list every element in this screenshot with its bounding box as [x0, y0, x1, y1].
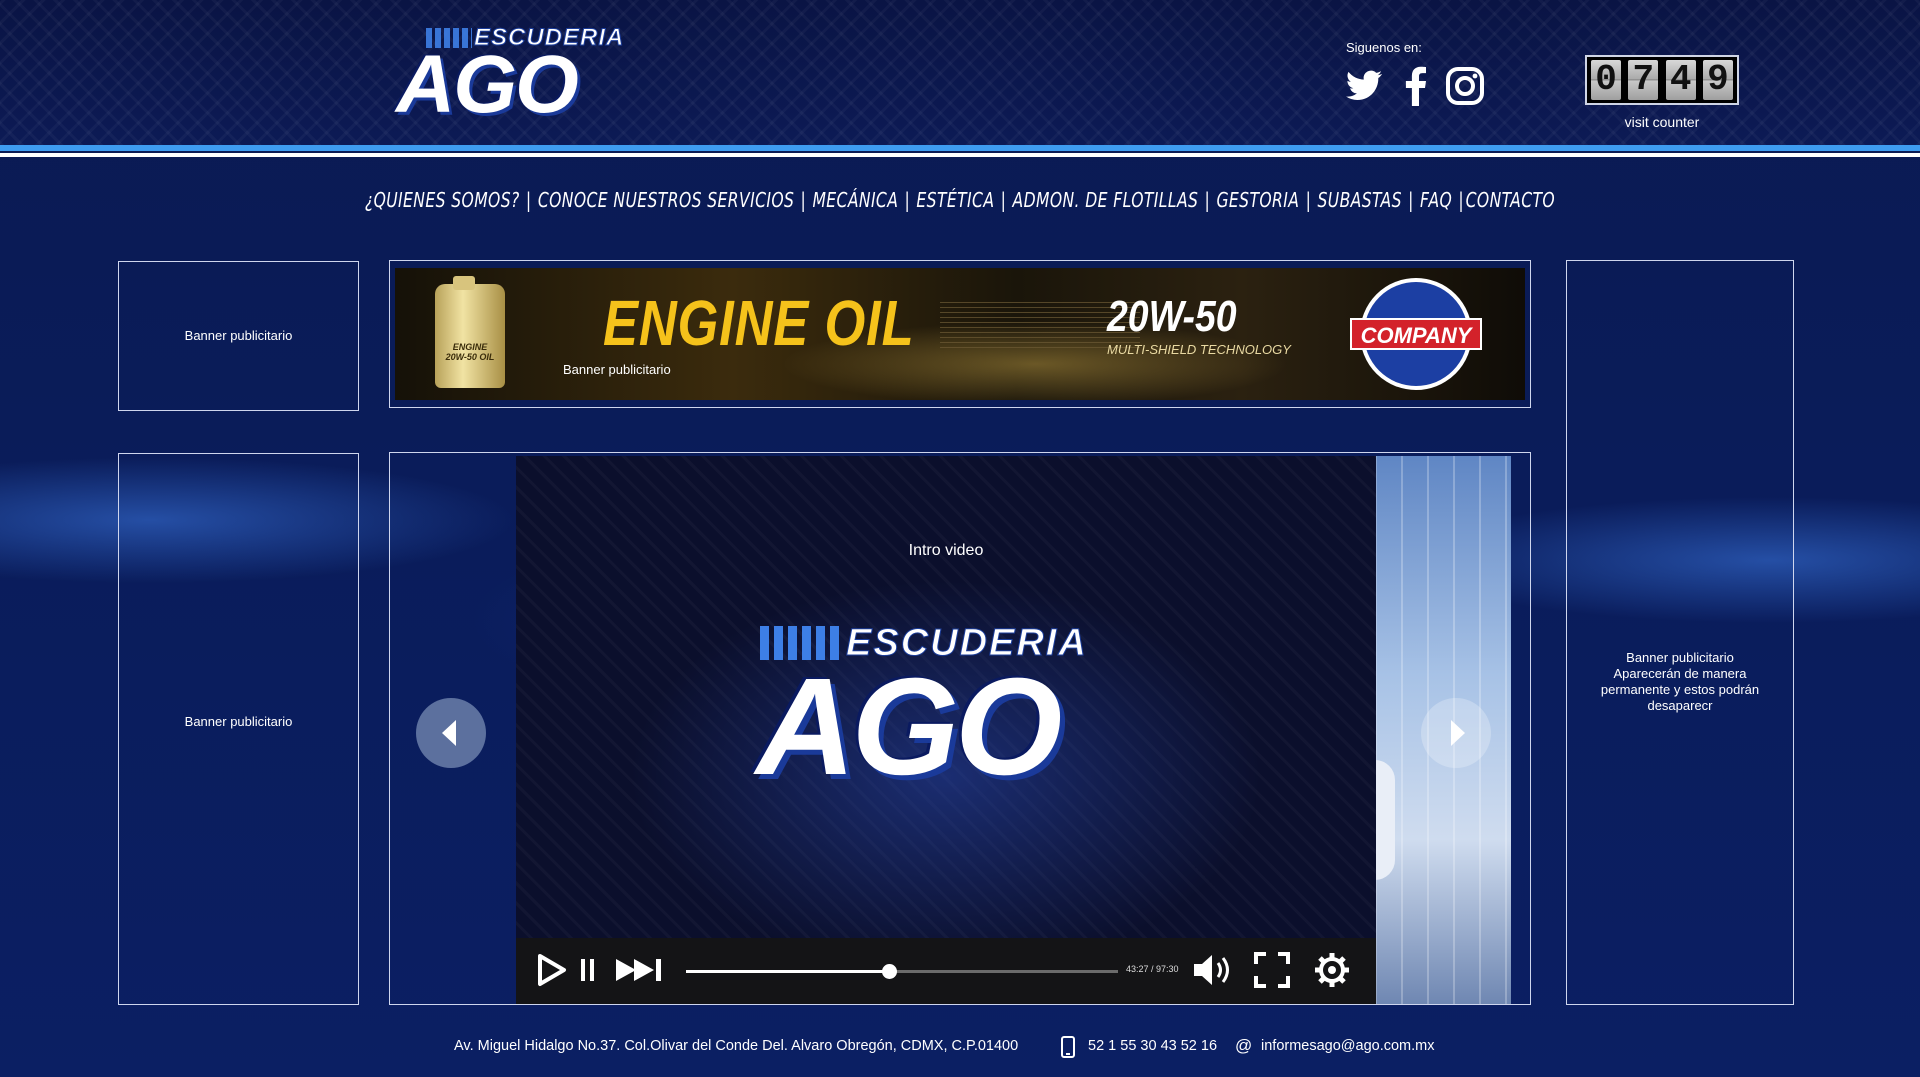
chevron-left-icon	[442, 720, 456, 746]
slider-next-button[interactable]	[1421, 698, 1491, 768]
nav-mecanica[interactable]: MECÁNICA	[812, 188, 898, 212]
facebook-icon[interactable]	[1394, 64, 1438, 108]
nav-servicios[interactable]: CONOCE NUESTROS SERVICIOS	[538, 188, 794, 212]
pause-icon[interactable]	[578, 950, 598, 990]
volume-icon[interactable]	[1192, 950, 1238, 990]
nav-separator: |	[1458, 188, 1465, 212]
ad-technology: MULTI-SHIELD TECHNOLOGY	[1107, 342, 1291, 357]
banner-left-top[interactable]: Banner publicitario	[118, 261, 359, 411]
video-progress-bar[interactable]	[686, 964, 1118, 979]
play-icon[interactable]	[534, 950, 568, 990]
instagram-icon[interactable]	[1443, 64, 1487, 108]
slider-prev-button[interactable]	[416, 698, 486, 768]
skip-forward-icon[interactable]	[614, 950, 668, 990]
company-badge: COMPANY	[1350, 278, 1482, 390]
banner-label: Banner publicitario	[1626, 650, 1734, 665]
nav-contacto[interactable]: CONTACTO	[1466, 188, 1555, 212]
nav-separator: |	[1204, 188, 1211, 212]
video-time: 43:27 / 97:30	[1126, 964, 1179, 974]
visit-counter: 0 7 4 9	[1585, 55, 1739, 105]
nav-separator: |	[1305, 188, 1312, 212]
video-logo: ESCUDERIA AGO	[746, 616, 1146, 816]
phone-icon	[1061, 1036, 1075, 1058]
logo-ago-text: AGO	[396, 39, 579, 130]
footer-email[interactable]: informesago@ago.com.mx	[1261, 1038, 1434, 1054]
counter-digit: 9	[1702, 60, 1733, 100]
banner-label: Banner publicitario	[184, 714, 293, 729]
twitter-icon[interactable]	[1342, 64, 1386, 108]
car-image	[1375, 760, 1395, 880]
footer-phone[interactable]: 52 1 55 30 43 52 16	[1088, 1038, 1217, 1054]
company-text: COMPANY	[1350, 318, 1482, 350]
banner-right[interactable]: Banner publicitario Aparecerán de manera…	[1566, 260, 1794, 1005]
nav-quienes-somos[interactable]: ¿QUIENES SOMOS?	[365, 188, 520, 212]
counter-digit: 0	[1591, 60, 1621, 100]
site-footer: Av. Miguel Hidalgo No.37. Col.Olivar del…	[0, 1036, 1920, 1058]
bottle-cap	[453, 276, 475, 290]
nav-flotillas[interactable]: ADMON. DE FLOTILLAS	[1013, 188, 1199, 212]
header-stripe-blue	[0, 145, 1920, 151]
email-icon: @	[1235, 1036, 1253, 1055]
ad-viscosity: 20W-50	[1107, 292, 1237, 341]
counter-digit: 4	[1665, 60, 1696, 100]
main-nav: ¿QUIENES SOMOS? | CONOCE NUESTROS SERVICIO…	[211, 188, 1709, 212]
header-stripe-white	[0, 153, 1920, 157]
nav-separator: |	[525, 188, 532, 212]
banner-note: Aparecerán de manera permanente y estos …	[1600, 666, 1760, 713]
video-title: Intro video	[908, 542, 984, 559]
settings-gear-icon[interactable]	[1312, 950, 1352, 990]
nav-separator: |	[1408, 188, 1414, 212]
nav-subastas[interactable]: SUBASTAS	[1317, 188, 1401, 212]
fullscreen-icon[interactable]	[1252, 950, 1292, 990]
visit-counter-label: visit counter	[1624, 114, 1700, 130]
banner-label: Banner publicitario	[184, 328, 293, 343]
follow-us-label: Siguenos en:	[1346, 40, 1422, 55]
counter-digit: 7	[1628, 60, 1659, 100]
nav-gestoria[interactable]: GESTORIA	[1216, 188, 1299, 212]
nav-separator: |	[800, 188, 807, 212]
site-header: ESCUDERIA AGO Siguenos en: 0 7 4 9 visit…	[0, 0, 1920, 145]
nav-separator: |	[904, 188, 911, 212]
footer-address: Av. Miguel Hidalgo No.37. Col.Olivar del…	[454, 1038, 1019, 1054]
oil-bottle-image: ENGINE 20W-50 OIL	[435, 276, 505, 388]
video-progress-fill	[686, 970, 890, 973]
escuderia-ago-logo[interactable]: ESCUDERIA AGO	[396, 22, 626, 130]
logo-ago-text: AGO	[756, 650, 1062, 804]
chevron-right-icon	[1451, 720, 1465, 746]
ad-headline: ENGINE OIL	[603, 287, 915, 359]
nav-faq[interactable]: FAQ	[1420, 188, 1452, 212]
nav-estetica[interactable]: ESTÉTICA	[916, 188, 994, 212]
banner-left-bottom[interactable]: Banner publicitario	[118, 453, 359, 1005]
nav-separator: |	[1000, 188, 1007, 212]
video-progress-handle[interactable]	[882, 964, 898, 979]
video-controls: 43:27 / 97:30	[516, 938, 1376, 1004]
engine-oil-ad[interactable]: ENGINE 20W-50 OIL ENGINE OIL Banner publ…	[395, 268, 1525, 400]
intro-video-player[interactable]: Intro video ESCUDERIA AGO 43:27 / 97:30	[516, 456, 1376, 1004]
banner-label: Banner publicitario	[563, 362, 671, 377]
bottle-label: ENGINE 20W-50 OIL	[445, 342, 495, 362]
